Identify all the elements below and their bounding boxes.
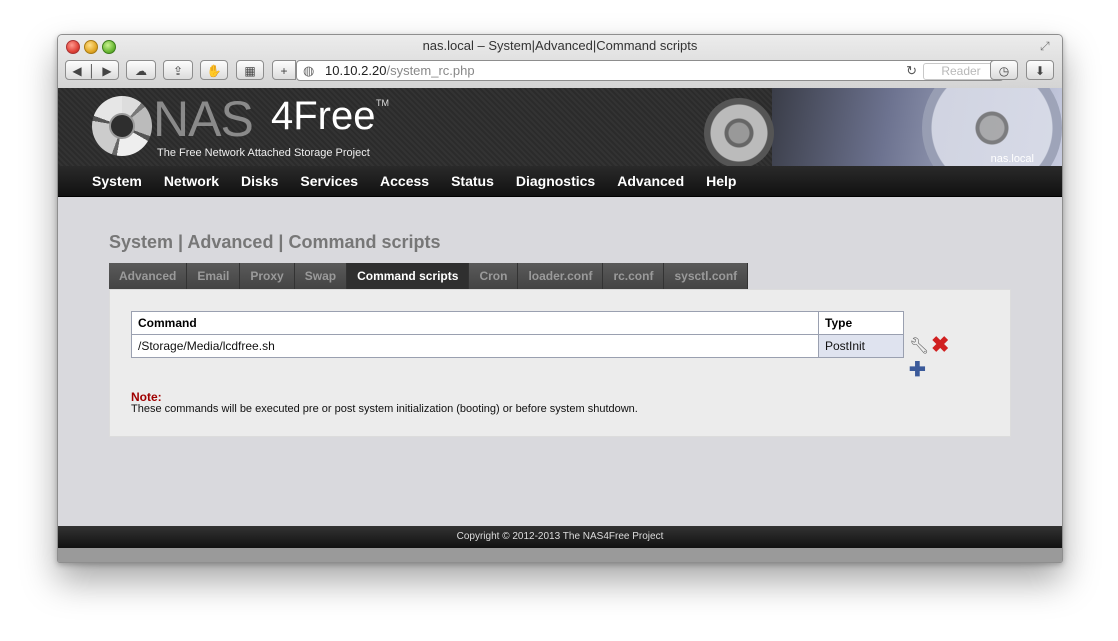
url-text[interactable]: 10.10.2.20/system_rc.php <box>325 63 475 78</box>
delete-icon[interactable]: ✖ <box>931 332 949 358</box>
download-icon: ⬇ <box>1034 64 1046 78</box>
table-header-row: Command Type <box>131 311 904 335</box>
footer-bottom-bar <box>58 548 1062 562</box>
add-bookmark-button[interactable]: + <box>272 60 296 80</box>
clock-icon: ◷ <box>998 64 1010 78</box>
cell-type: PostInit <box>818 334 904 358</box>
globe-icon: ◍ <box>303 63 315 78</box>
note-text: These commands will be executed pre or p… <box>131 403 638 415</box>
logo-free-text: 4Free <box>271 94 376 138</box>
tab-command-scripts[interactable]: Command scripts <box>347 263 470 289</box>
reader-button[interactable]: Reader <box>923 63 999 80</box>
tab-cron[interactable]: Cron <box>469 263 519 289</box>
logo-tm: TM <box>376 98 389 108</box>
wrench-icon[interactable]: 🔧︎ <box>909 336 929 356</box>
tab-rc-conf[interactable]: rc.conf <box>603 263 665 289</box>
plus-icon: + <box>280 64 288 78</box>
browser-window: nas.local – System|Advanced|Command scri… <box>57 34 1063 563</box>
address-bar[interactable]: ◍ 10.10.2.20/system_rc.php ↻ Reader <box>296 60 1004 81</box>
back-forward-button[interactable]: ◀ │ ▶ <box>65 60 119 80</box>
nav-help[interactable]: Help <box>695 166 747 196</box>
nav-status[interactable]: Status <box>440 166 505 196</box>
privacy-button[interactable]: ✋ <box>200 60 228 80</box>
nav-disks[interactable]: Disks <box>230 166 289 196</box>
tab-sysctl-conf[interactable]: sysctl.conf <box>664 263 749 289</box>
column-header-type: Type <box>818 311 904 335</box>
nav-system[interactable]: System <box>81 166 153 196</box>
column-header-command: Command <box>131 311 819 335</box>
reload-icon[interactable]: ↻ <box>906 63 917 79</box>
url-path: /system_rc.php <box>386 63 475 78</box>
site-header: NAS 4Free TM The Free Network Attached S… <box>58 88 1062 166</box>
share-button[interactable]: ⇪ <box>163 60 193 80</box>
url-host: 10.10.2.20 <box>325 63 387 78</box>
page-title: System | Advanced | Command scripts <box>109 232 441 252</box>
content-panel: Command Type /Storage/Media/lcdfree.sh P… <box>109 289 1011 437</box>
hand-icon: ✋ <box>206 64 222 78</box>
icloud-tabs-button[interactable]: ☁ <box>126 60 156 80</box>
tab-bar: Advanced Email Proxy Swap Command script… <box>109 263 749 289</box>
tab-proxy[interactable]: Proxy <box>240 263 295 289</box>
footer: Copyright © 2012-2013 The NAS4Free Proje… <box>58 526 1062 548</box>
tab-loader-conf[interactable]: loader.conf <box>518 263 604 289</box>
forward-icon[interactable]: ▶ <box>102 64 111 78</box>
nav-advanced[interactable]: Advanced <box>606 166 695 196</box>
downloads-button[interactable]: ⬇ <box>1026 60 1054 80</box>
note-label: Note: <box>131 390 162 404</box>
history-button[interactable]: ◷ <box>990 60 1018 80</box>
logo-nas-text: NAS <box>153 91 254 147</box>
window-title: nas.local – System|Advanced|Command scri… <box>422 38 698 53</box>
cell-command: /Storage/Media/lcdfree.sh <box>131 334 819 358</box>
main-nav: System Network Disks Services Access Sta… <box>58 166 1062 197</box>
nav-services[interactable]: Services <box>289 166 369 196</box>
nav-network[interactable]: Network <box>153 166 230 196</box>
top-sites-button[interactable]: ▦ <box>236 60 264 80</box>
tab-email[interactable]: Email <box>187 263 241 289</box>
nav-diagnostics[interactable]: Diagnostics <box>505 166 606 196</box>
nav-access[interactable]: Access <box>369 166 440 196</box>
tab-advanced[interactable]: Advanced <box>109 263 188 289</box>
logo-tagline: The Free Network Attached Storage Projec… <box>157 147 370 159</box>
top-sites-icon: ▦ <box>244 64 256 78</box>
share-icon: ⇪ <box>172 64 184 78</box>
title-bar: nas.local – System|Advanced|Command scri… <box>58 35 1062 89</box>
add-icon[interactable]: ✚ <box>909 357 926 382</box>
disk-hub <box>704 98 774 166</box>
logo-hole <box>109 113 135 139</box>
tab-swap[interactable]: Swap <box>294 263 348 289</box>
back-icon[interactable]: ◀ <box>72 64 81 78</box>
cloud-icon: ☁ <box>135 64 147 78</box>
command-scripts-table: Command Type /Storage/Media/lcdfree.sh P… <box>131 311 904 358</box>
fullscreen-icon[interactable]: ⤢ <box>1040 39 1054 53</box>
copyright-text: Copyright © 2012-2013 The NAS4Free Proje… <box>456 531 664 542</box>
hostname-label: nas.local <box>990 153 1034 165</box>
table-row: /Storage/Media/lcdfree.sh PostInit <box>131 334 904 358</box>
